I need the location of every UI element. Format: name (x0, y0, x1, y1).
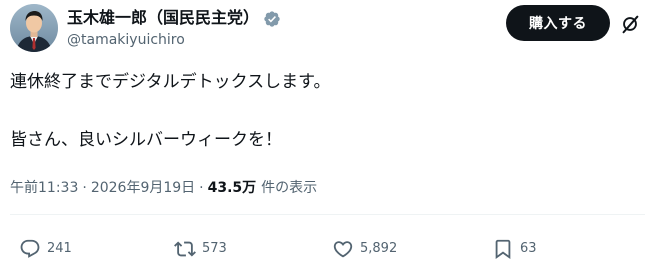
author-name[interactable]: 玉木雄一郎（国民民主党） (67, 7, 259, 29)
avatar[interactable] (10, 4, 58, 52)
post-meta: 午前11:33 · 2026年9月19日 · 43.5万 件の表示 (10, 178, 317, 198)
post-text-line-1: 連休終了までデジタルデトックスします。 (10, 72, 331, 92)
repost-button[interactable]: 573 (174, 236, 227, 262)
author-handle[interactable]: @tamakiyuichiro (67, 31, 185, 49)
bookmark-icon (492, 238, 514, 260)
avatar-image (10, 4, 58, 52)
divider (10, 214, 645, 215)
verified-badge-icon[interactable] (263, 10, 281, 28)
bookmark-count: 63 (520, 241, 537, 256)
post-text-line-2: 皆さん、良いシルバーウィークを！ (10, 130, 282, 150)
views-label: 件の表示 (261, 180, 318, 196)
author-name-row: 玉木雄一郎（国民民主党） (67, 7, 281, 29)
meta-separator: · (199, 180, 204, 196)
tweet-card: 玉木雄一郎（国民民主党） @tamakiyuichiro 購入する 連休終了まで… (0, 0, 645, 263)
repost-count: 573 (202, 241, 227, 256)
bookmark-button[interactable]: 63 (492, 236, 537, 262)
meta-separator: · (82, 180, 87, 196)
subscribe-button[interactable]: 購入する (506, 5, 610, 41)
post-date[interactable]: 2026年9月19日 (91, 178, 195, 198)
like-count: 5,892 (360, 241, 398, 256)
post-time[interactable]: 午前11:33 (10, 178, 78, 198)
reply-button[interactable]: 241 (19, 236, 72, 262)
reply-count: 241 (47, 241, 72, 256)
heart-icon (332, 238, 354, 260)
like-button[interactable]: 5,892 (332, 236, 397, 262)
grok-icon[interactable] (619, 13, 641, 35)
reply-icon (19, 238, 41, 260)
repost-icon (174, 238, 196, 260)
views-count[interactable]: 43.5万 (208, 178, 257, 198)
